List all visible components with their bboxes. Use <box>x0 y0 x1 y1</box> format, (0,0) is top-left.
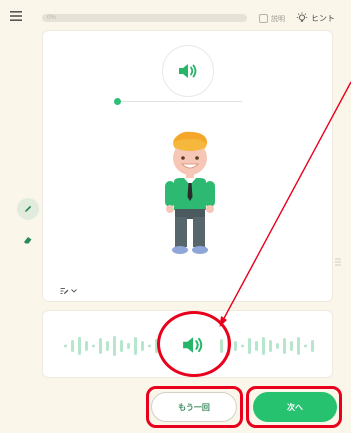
hint-button[interactable]: ヒント <box>296 9 335 27</box>
boy-character-illustration <box>165 131 215 254</box>
next-button[interactable]: 次へ <box>253 392 337 422</box>
explain-button[interactable]: 説明 <box>259 12 285 25</box>
edit-menu-icon <box>60 288 69 294</box>
audio-progress-knob[interactable] <box>114 98 121 105</box>
audio-progress-track[interactable] <box>118 101 242 102</box>
edit-mode-dropdown[interactable] <box>60 287 77 295</box>
resize-handle-icon[interactable] <box>334 256 342 268</box>
waveform-right <box>220 336 314 356</box>
progress-bar: 0% <box>42 14 247 22</box>
pencil-icon <box>25 205 32 212</box>
play-audio-button[interactable] <box>162 45 214 97</box>
menu-icon <box>10 11 22 21</box>
pencil-tool-button[interactable] <box>17 198 39 220</box>
lightbulb-icon <box>296 12 308 22</box>
speaker-icon <box>183 337 203 353</box>
progress-label: 0% <box>47 15 56 21</box>
hint-label: ヒント <box>311 13 335 23</box>
eraser-tool-button[interactable] <box>21 233 35 244</box>
menu-button[interactable] <box>10 9 24 23</box>
play-answer-audio-button[interactable] <box>166 318 220 372</box>
chevron-down-icon <box>71 289 77 293</box>
waveform-left <box>64 336 158 356</box>
eraser-icon <box>24 237 32 244</box>
retry-button[interactable]: もう一回 <box>151 392 237 422</box>
speaker-icon <box>179 64 197 78</box>
explain-label: 説明 <box>271 15 285 23</box>
square-icon <box>259 14 268 23</box>
